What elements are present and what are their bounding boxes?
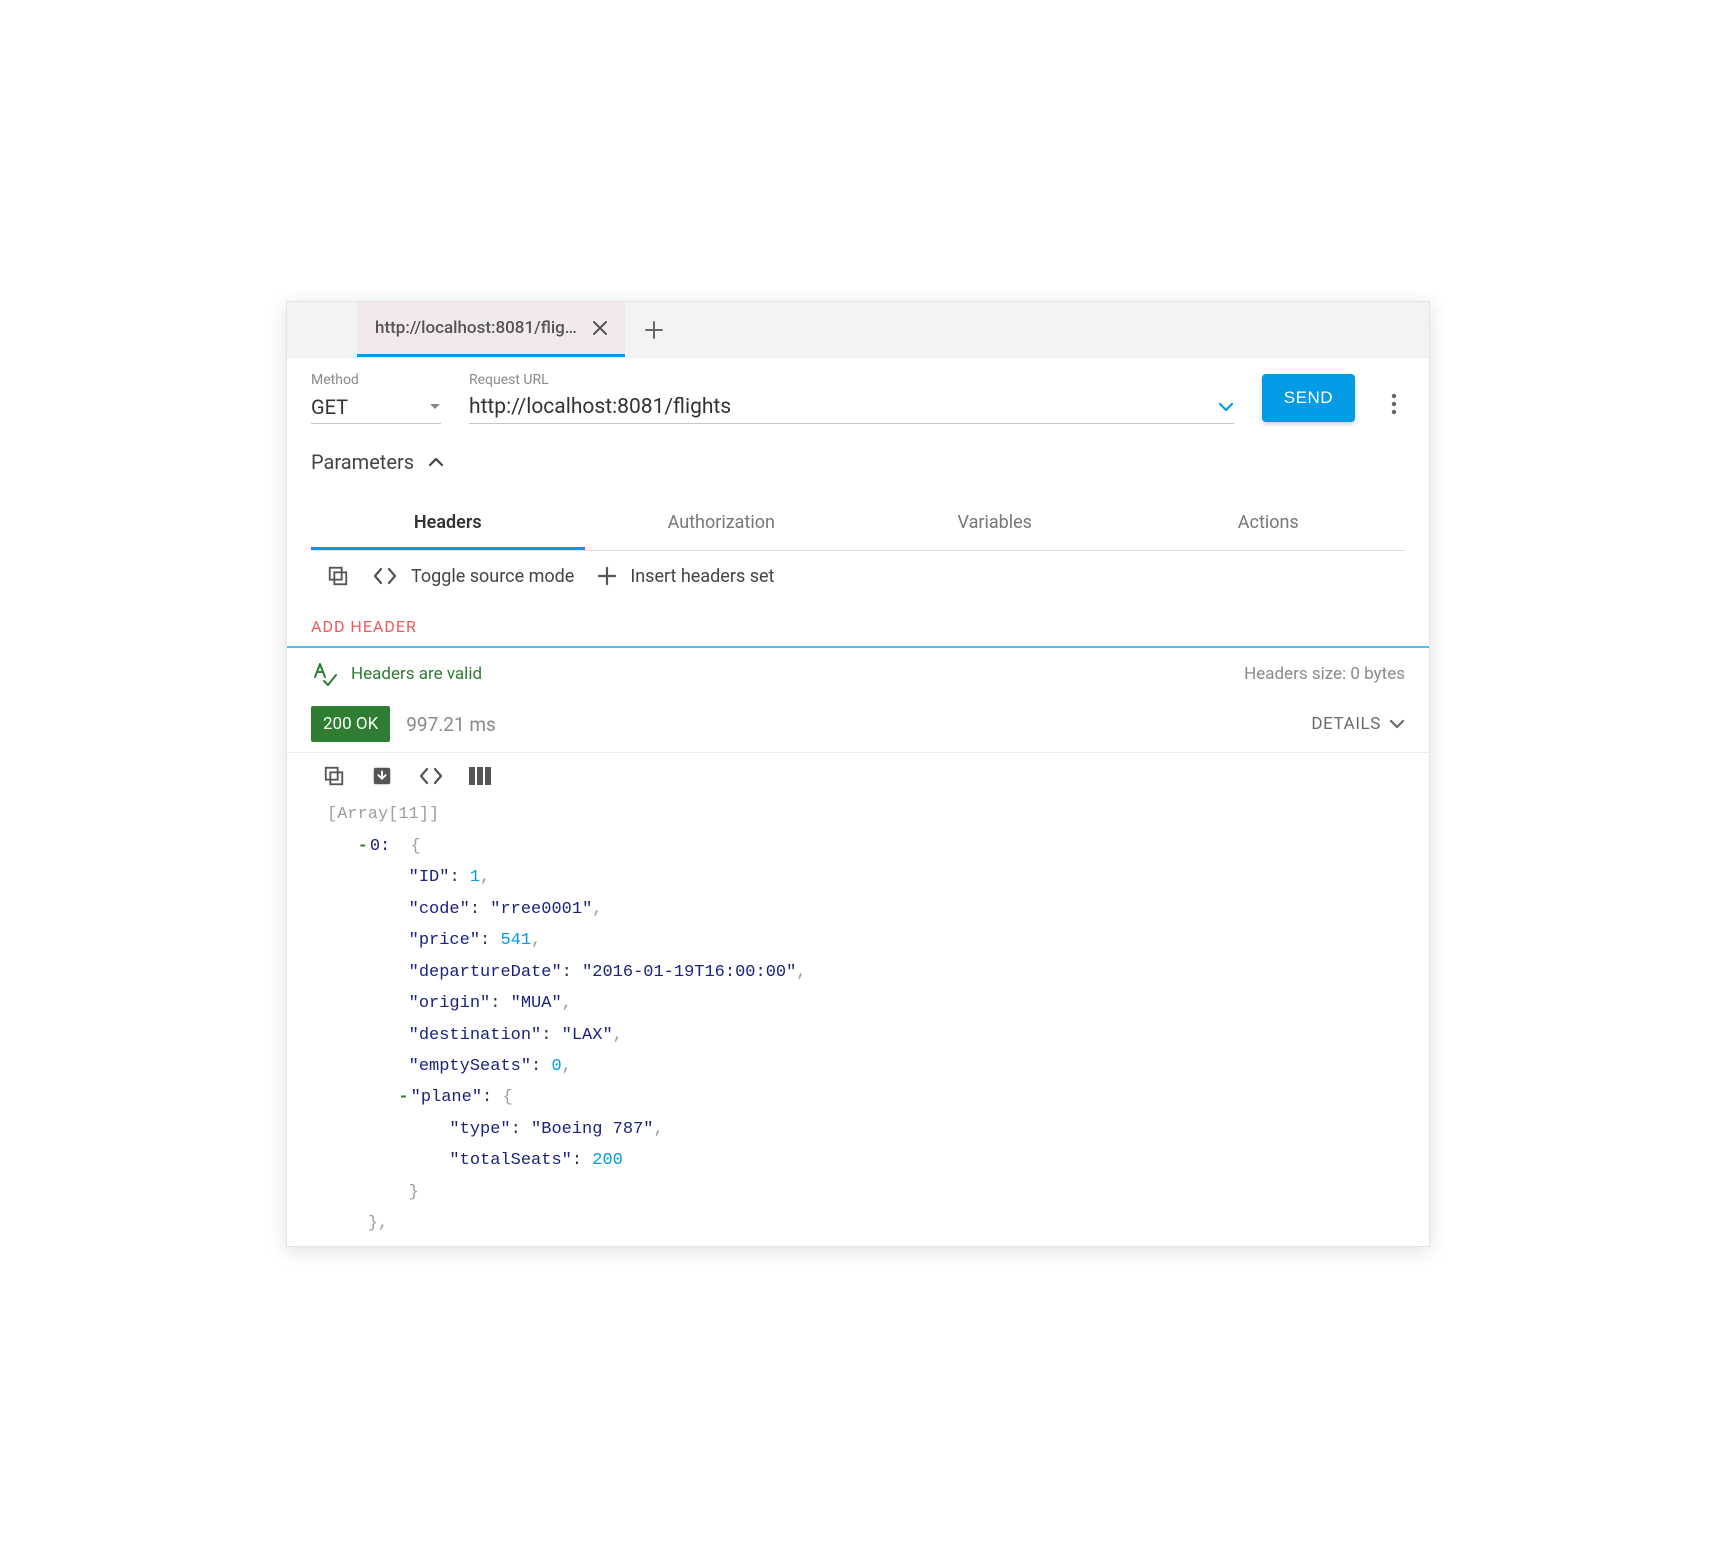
new-tab-button[interactable]: [625, 302, 683, 357]
tab-variables[interactable]: Variables: [858, 498, 1132, 550]
chevron-down-icon[interactable]: [1218, 402, 1234, 412]
json-key-emptySeats: "emptySeats": [409, 1057, 531, 1076]
headers-valid-indicator: Headers are valid: [311, 662, 482, 686]
json-val-price: 541: [500, 931, 531, 950]
response-status-row: 200 OK 997.21 ms DETAILS: [287, 700, 1429, 753]
response-latency: 997.21 ms: [406, 713, 496, 736]
headers-toolbar: Toggle source mode Insert headers set: [287, 551, 1429, 601]
url-value: http://localhost:8081/flights: [469, 395, 731, 419]
json-key-destination: "destination": [409, 1026, 542, 1045]
json-key-type: "type": [449, 1120, 510, 1139]
json-key-origin: "origin": [409, 994, 491, 1013]
spellcheck-icon: [311, 662, 337, 686]
method-value: GET: [311, 395, 348, 419]
json-val-departure: "2016-01-19T16:00:00": [582, 963, 796, 982]
url-field: Request URL http://localhost:8081/flight…: [469, 372, 1234, 424]
json-val-type: "Boeing 787": [531, 1120, 653, 1139]
json-val-code: "rree0001": [490, 900, 592, 919]
toggle-source-button[interactable]: Toggle source mode: [373, 566, 574, 587]
code-icon: [373, 567, 397, 585]
json-val-destination: "LAX": [562, 1026, 613, 1045]
url-input[interactable]: http://localhost:8081/flights: [469, 390, 1234, 424]
json-array-label: Array[11]: [337, 805, 429, 824]
plus-icon: [645, 321, 663, 339]
collapse-icon[interactable]: -: [398, 1088, 410, 1107]
json-val-totalSeats: 200: [592, 1151, 623, 1170]
url-label: Request URL: [469, 372, 1234, 388]
plus-icon: [598, 567, 616, 585]
parameters-subtabs: Headers Authorization Variables Actions: [311, 498, 1405, 551]
json-val-id: 1: [470, 868, 480, 887]
json-key-totalSeats: "totalSeats": [449, 1151, 571, 1170]
headers-status-row: Headers are valid Headers size: 0 bytes: [287, 648, 1429, 700]
response-toolbar: [287, 753, 1429, 793]
json-key-code: "code": [409, 900, 470, 919]
request-row: Method GET Request URL http://localhost:…: [287, 358, 1429, 448]
parameters-label: Parameters: [311, 450, 414, 474]
chevron-down-icon: [1389, 719, 1405, 729]
tab-authorization[interactable]: Authorization: [585, 498, 859, 550]
tab-actions[interactable]: Actions: [1132, 498, 1406, 550]
json-key-departure: "departureDate": [409, 963, 562, 982]
insert-headers-label: Insert headers set: [630, 566, 774, 587]
tab-headers[interactable]: Headers: [311, 498, 585, 550]
columns-icon[interactable]: [469, 767, 491, 785]
copy-icon[interactable]: [323, 765, 345, 787]
chevron-up-icon: [428, 457, 444, 467]
request-tab-title: http://localhost:8081/flig…: [375, 318, 577, 338]
request-tab-active[interactable]: http://localhost:8081/flig…: [357, 302, 625, 357]
toggle-source-label: Toggle source mode: [411, 566, 574, 587]
more-icon[interactable]: [1383, 392, 1405, 416]
code-icon[interactable]: [419, 767, 443, 785]
collapse-icon[interactable]: -: [358, 837, 370, 856]
details-toggle[interactable]: DETAILS: [1311, 714, 1405, 734]
json-val-origin: "MUA": [511, 994, 562, 1013]
copy-icon[interactable]: [327, 565, 349, 587]
parameters-toggle[interactable]: Parameters: [287, 448, 1429, 490]
method-label: Method: [311, 372, 441, 388]
json-key-id: "ID": [409, 868, 450, 887]
insert-headers-button[interactable]: Insert headers set: [598, 566, 774, 587]
add-header-button[interactable]: ADD HEADER: [287, 609, 1429, 648]
close-icon[interactable]: [593, 321, 607, 335]
method-field: Method GET: [311, 372, 441, 424]
json-index-0: 0:: [370, 837, 390, 856]
headers-valid-text: Headers are valid: [351, 664, 482, 684]
request-tabstrip: http://localhost:8081/flig…: [287, 302, 1429, 358]
headers-size-text: Headers size: 0 bytes: [1244, 664, 1405, 684]
status-badge: 200 OK: [311, 706, 390, 742]
json-key-price: "price": [409, 931, 480, 950]
json-val-emptySeats: 0: [551, 1057, 561, 1076]
download-icon[interactable]: [371, 765, 393, 787]
app-window: http://localhost:8081/flig… Method GET R…: [286, 301, 1430, 1246]
send-button[interactable]: SEND: [1262, 374, 1355, 422]
details-label: DETAILS: [1311, 714, 1381, 734]
tabstrip-spacer: [287, 302, 357, 357]
response-json-viewer[interactable]: [Array[11]] -0: { "ID": 1, "code": "rree…: [287, 793, 1429, 1245]
method-dropdown[interactable]: GET: [311, 390, 441, 424]
caret-down-icon: [429, 403, 441, 411]
response-status-left: 200 OK 997.21 ms: [311, 706, 496, 742]
json-key-plane: "plane": [411, 1088, 482, 1107]
